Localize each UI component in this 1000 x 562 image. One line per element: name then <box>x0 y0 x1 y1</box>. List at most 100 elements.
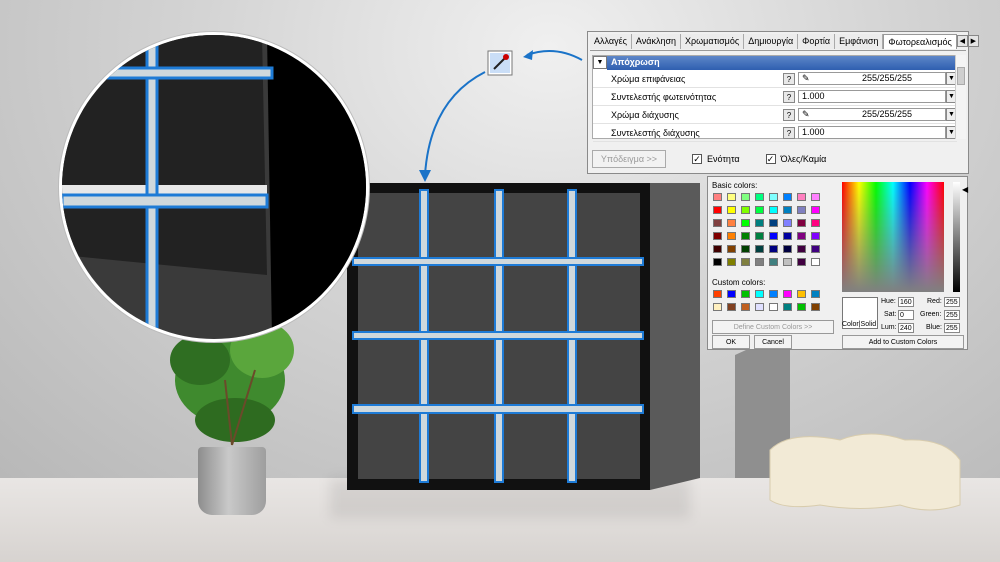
help-icon[interactable]: ? <box>783 126 795 139</box>
property-value[interactable]: ✎ 255/255/255 <box>798 108 946 121</box>
custom-color-swatch[interactable] <box>797 303 806 311</box>
basic-color-swatch[interactable] <box>713 219 722 227</box>
add-to-custom-colors-button[interactable]: Add to Custom Colors <box>842 335 964 349</box>
basic-color-swatch[interactable] <box>741 232 750 240</box>
checkbox-icon[interactable]: ✓ <box>692 154 702 164</box>
custom-color-swatch[interactable] <box>783 303 792 311</box>
luminance-bar[interactable] <box>953 182 960 292</box>
basic-color-swatch[interactable] <box>769 245 778 253</box>
basic-color-swatch[interactable] <box>783 232 792 240</box>
all-none-checkbox[interactable]: ✓ Όλες/Καμία <box>765 154 826 164</box>
basic-color-swatch[interactable] <box>811 219 820 227</box>
basic-color-swatch[interactable] <box>727 193 736 201</box>
basic-color-swatch[interactable] <box>713 245 722 253</box>
basic-color-swatch[interactable] <box>755 193 764 201</box>
basic-color-swatch[interactable] <box>811 232 820 240</box>
basic-color-swatch[interactable] <box>769 232 778 240</box>
custom-color-swatch[interactable] <box>727 290 736 298</box>
basic-color-swatch[interactable] <box>713 232 722 240</box>
basic-color-swatch[interactable] <box>727 258 736 266</box>
hue-input[interactable]: 160 <box>898 297 914 307</box>
scrollbar-thumb[interactable] <box>957 67 965 85</box>
color-spectrum[interactable] <box>842 182 944 292</box>
property-row[interactable]: Συντελεστής φωτεινότητας ? 1.000 ▼ <box>593 88 957 106</box>
tab-photorealism[interactable]: Φωτορεαλισμός <box>883 34 957 49</box>
basic-color-swatch[interactable] <box>769 206 778 214</box>
basic-color-swatch[interactable] <box>797 219 806 227</box>
basic-color-swatch[interactable] <box>727 232 736 240</box>
custom-color-swatch[interactable] <box>769 290 778 298</box>
tab-create[interactable]: Δημιουργία <box>744 34 799 49</box>
property-value[interactable]: 1.000 <box>798 90 946 103</box>
scrollbar[interactable] <box>955 55 966 139</box>
custom-color-swatch[interactable] <box>713 303 722 311</box>
sat-input[interactable]: 0 <box>898 310 914 320</box>
basic-color-swatch[interactable] <box>783 258 792 266</box>
blue-input[interactable]: 255 <box>944 323 960 333</box>
luminance-arrow-icon[interactable]: ◀ <box>962 185 968 194</box>
help-icon[interactable]: ? <box>783 108 795 121</box>
basic-color-swatch[interactable] <box>727 206 736 214</box>
custom-color-swatch[interactable] <box>727 303 736 311</box>
collapse-icon[interactable]: ▼ <box>593 56 607 69</box>
custom-color-swatch[interactable] <box>811 290 820 298</box>
basic-color-swatch[interactable] <box>811 193 820 201</box>
basic-color-swatch[interactable] <box>741 245 750 253</box>
basic-color-swatch[interactable] <box>769 219 778 227</box>
custom-color-swatch[interactable] <box>783 290 792 298</box>
basic-color-swatch[interactable] <box>755 245 764 253</box>
basic-color-swatch[interactable] <box>797 232 806 240</box>
basic-color-swatch[interactable] <box>797 258 806 266</box>
tab-coloring[interactable]: Χρωματισμός <box>681 34 745 49</box>
property-value[interactable]: 1.000 <box>798 126 946 139</box>
basic-color-swatch[interactable] <box>797 193 806 201</box>
checkbox-icon[interactable]: ✓ <box>765 154 776 164</box>
custom-color-swatch[interactable] <box>769 303 778 311</box>
basic-color-swatch[interactable] <box>755 258 764 266</box>
basic-color-swatch[interactable] <box>797 245 806 253</box>
basic-color-swatch[interactable] <box>713 258 722 266</box>
basic-color-swatch[interactable] <box>769 258 778 266</box>
custom-color-swatch[interactable] <box>755 290 764 298</box>
help-icon[interactable]: ? <box>783 90 795 103</box>
basic-color-swatch[interactable] <box>797 206 806 214</box>
define-custom-colors-button[interactable]: Define Custom Colors >> <box>712 320 834 334</box>
help-icon[interactable]: ? <box>783 72 795 85</box>
tab-scroll-right-icon[interactable]: ▶ <box>967 35 979 47</box>
property-row[interactable]: Χρώμα επιφάνειας ? ✎ 255/255/255 ▼ <box>593 70 957 88</box>
basic-color-swatch[interactable] <box>769 193 778 201</box>
basic-color-swatch[interactable] <box>811 258 820 266</box>
basic-color-swatch[interactable] <box>741 206 750 214</box>
custom-color-swatch[interactable] <box>755 303 764 311</box>
property-value[interactable]: ✎ 255/255/255 <box>798 72 946 85</box>
basic-color-swatch[interactable] <box>811 245 820 253</box>
basic-color-swatch[interactable] <box>727 219 736 227</box>
custom-color-swatch[interactable] <box>713 290 722 298</box>
property-row[interactable]: Χρώμα διάχυσης ? ✎ 255/255/255 ▼ <box>593 106 957 124</box>
example-button[interactable]: Υπόδειγμα >> <box>592 150 666 168</box>
ok-button[interactable]: OK <box>712 335 750 349</box>
tab-scroll-left-icon[interactable]: ◀ <box>956 35 968 47</box>
basic-color-swatch[interactable] <box>727 245 736 253</box>
unit-checkbox[interactable]: ✓ Ενότητα <box>692 154 740 164</box>
cancel-button[interactable]: Cancel <box>754 335 792 349</box>
basic-color-swatch[interactable] <box>783 245 792 253</box>
lum-input[interactable]: 240 <box>898 323 914 333</box>
tab-loads[interactable]: Φορτία <box>798 34 836 49</box>
basic-color-swatch[interactable] <box>741 258 750 266</box>
tab-appearance[interactable]: Εμφάνιση <box>835 34 884 49</box>
custom-color-swatch[interactable] <box>797 290 806 298</box>
red-input[interactable]: 255 <box>944 297 960 307</box>
custom-color-swatch[interactable] <box>741 303 750 311</box>
property-row[interactable]: Συντελεστής διάχυσης ? 1.000 ▼ <box>593 124 957 142</box>
basic-color-swatch[interactable] <box>741 219 750 227</box>
basic-color-swatch[interactable] <box>755 232 764 240</box>
custom-color-swatch[interactable] <box>811 303 820 311</box>
basic-color-swatch[interactable] <box>783 206 792 214</box>
green-input[interactable]: 255 <box>944 310 960 320</box>
basic-color-swatch[interactable] <box>811 206 820 214</box>
tab-changes[interactable]: Αλλαγές <box>590 34 632 49</box>
basic-color-swatch[interactable] <box>741 193 750 201</box>
basic-color-swatch[interactable] <box>755 219 764 227</box>
basic-color-swatch[interactable] <box>755 206 764 214</box>
